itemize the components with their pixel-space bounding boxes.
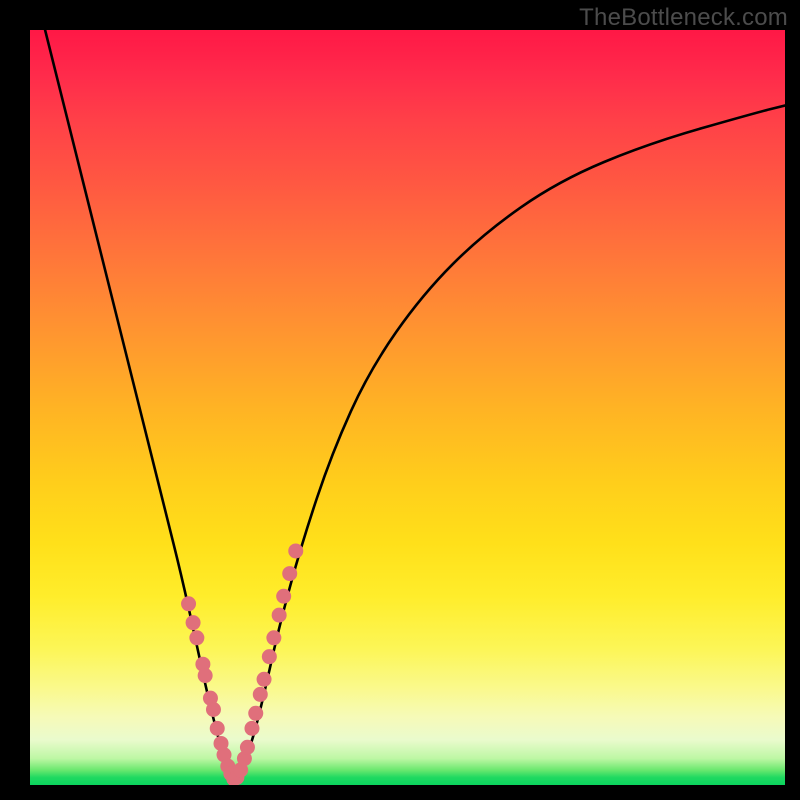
bead-point	[282, 566, 297, 581]
bead-point	[248, 706, 263, 721]
bead-point	[276, 589, 291, 604]
curve-right	[234, 106, 785, 782]
bead-point	[210, 721, 225, 736]
bead-point	[266, 630, 281, 645]
bead-point	[206, 702, 221, 717]
chart-frame: TheBottleneck.com	[0, 0, 800, 800]
bead-point	[189, 630, 204, 645]
bead-point	[240, 740, 255, 755]
bead-point	[288, 543, 303, 558]
plot-area	[30, 30, 785, 785]
watermark-text: TheBottleneck.com	[579, 4, 788, 32]
bead-point	[181, 596, 196, 611]
bead-point	[198, 668, 213, 683]
bead-point	[262, 649, 277, 664]
bead-point	[253, 687, 268, 702]
bead-point	[186, 615, 201, 630]
bead-point	[244, 721, 259, 736]
bead-point	[272, 608, 287, 623]
bead-point	[257, 672, 272, 687]
curves-layer	[30, 30, 785, 785]
